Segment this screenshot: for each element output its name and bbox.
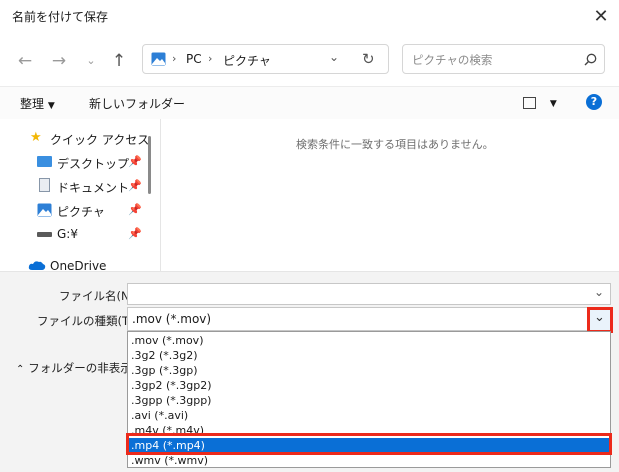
filetype-dropdown-button[interactable]: ⌄ (587, 307, 613, 333)
chevron-right-icon: › (172, 52, 177, 65)
view-icon (523, 96, 536, 109)
nav-item-label: ドキュメント (57, 181, 130, 195)
empty-message: 検索条件に一致する項目はありません。 (296, 138, 494, 151)
filename-field[interactable]: ⌄ (127, 283, 611, 305)
search-icon[interactable] (584, 53, 597, 66)
hide-folders-label: フォルダーの非表示 (28, 361, 132, 375)
desktop-icon (37, 156, 52, 167)
pin-icon[interactable]: 📌 (128, 155, 142, 168)
nav-item-label: ピクチャ (57, 205, 105, 219)
pictures-icon (151, 52, 166, 66)
chevron-up-icon: ⌃ (16, 364, 25, 375)
nav-item-label: デスクトップ (57, 157, 130, 171)
nav-item-label: OneDrive (50, 259, 107, 271)
cloud-icon (28, 261, 46, 270)
filetype-value: .mov (*.mov) (132, 312, 212, 326)
nav-item-quick-access[interactable]: ★ クイック アクセス (0, 128, 150, 150)
window-title: 名前を付けて保存 (12, 10, 109, 24)
filetype-option[interactable]: .mov (*.mov) (128, 333, 610, 348)
nav-scrollbar[interactable] (148, 136, 151, 194)
hide-folders-button[interactable]: ⌃ フォルダーの非表示 (16, 360, 132, 376)
filetype-select[interactable]: .mov (*.mov) (127, 307, 611, 331)
document-icon (39, 178, 50, 192)
nav-item-label: クイック アクセス (50, 133, 150, 147)
drive-icon (37, 232, 52, 237)
chevron-down-icon[interactable]: ⌄ (329, 50, 339, 64)
forward-arrow-icon[interactable]: → (48, 50, 70, 72)
breadcrumb-pc[interactable]: PC (186, 52, 202, 66)
search-box[interactable]: ピクチャの検索 (402, 44, 605, 74)
pin-icon[interactable]: 📌 (128, 179, 142, 192)
refresh-icon[interactable]: ↻ (362, 50, 375, 68)
dropdown-arrow-icon: ▼ (47, 101, 55, 111)
selected-option-highlight (126, 433, 612, 455)
filetype-option[interactable]: .3gp2 (*.3gp2) (128, 378, 610, 393)
navigation-pane: ★ クイック アクセス デスクトップ 📌 ドキュメント 📌 ピクチャ 📌 G:¥… (0, 119, 161, 271)
filetype-option[interactable]: .wmv (*.wmv) (128, 453, 610, 467)
filetype-option[interactable]: .3g2 (*.3g2) (128, 348, 610, 363)
address-bar[interactable]: › PC › ピクチャ ⌄ ↻ (142, 44, 389, 74)
star-icon: ★ (30, 130, 42, 145)
view-button[interactable]: ▼ (523, 95, 557, 109)
filetype-option[interactable]: .3gp (*.3gp) (128, 363, 610, 378)
nav-item-label: G:¥ (57, 227, 78, 241)
up-arrow-icon[interactable]: ↑ (108, 50, 130, 72)
help-icon[interactable]: ? (586, 94, 602, 110)
nav-item-drive-g[interactable]: G:¥ 📌 (0, 224, 150, 246)
nav-item-documents[interactable]: ドキュメント 📌 (0, 176, 150, 198)
chevron-right-icon: › (208, 52, 213, 65)
nav-item-onedrive[interactable]: OneDrive (0, 256, 150, 271)
nav-item-desktop[interactable]: デスクトップ 📌 (0, 152, 150, 174)
organize-button[interactable]: 整理 ▼ (20, 95, 55, 112)
pictures-icon (37, 203, 52, 217)
chevron-down-icon: ⌄ (594, 310, 605, 325)
pin-icon[interactable]: 📌 (128, 227, 142, 240)
breadcrumb-pictures[interactable]: ピクチャ (223, 52, 271, 69)
new-folder-button[interactable]: 新しいフォルダー (89, 95, 185, 112)
chevron-down-icon[interactable]: ⌄ (594, 285, 604, 299)
search-placeholder: ピクチャの検索 (412, 53, 493, 67)
file-list[interactable]: 検索条件に一致する項目はありません。 (161, 119, 619, 271)
close-icon[interactable]: ✕ (590, 6, 612, 28)
filetype-option[interactable]: .avi (*.avi) (128, 408, 610, 423)
back-arrow-icon[interactable]: ← (14, 50, 36, 72)
organize-label: 整理 (20, 97, 45, 111)
dropdown-arrow-icon: ▼ (549, 99, 557, 109)
nav-item-pictures[interactable]: ピクチャ 📌 (0, 200, 150, 222)
filetype-option[interactable]: .3gpp (*.3gpp) (128, 393, 610, 408)
recent-chevron-icon[interactable]: ⌄ (80, 50, 102, 72)
filetype-label: ファイルの種類(T): (37, 314, 138, 328)
pin-icon[interactable]: 📌 (128, 203, 142, 216)
